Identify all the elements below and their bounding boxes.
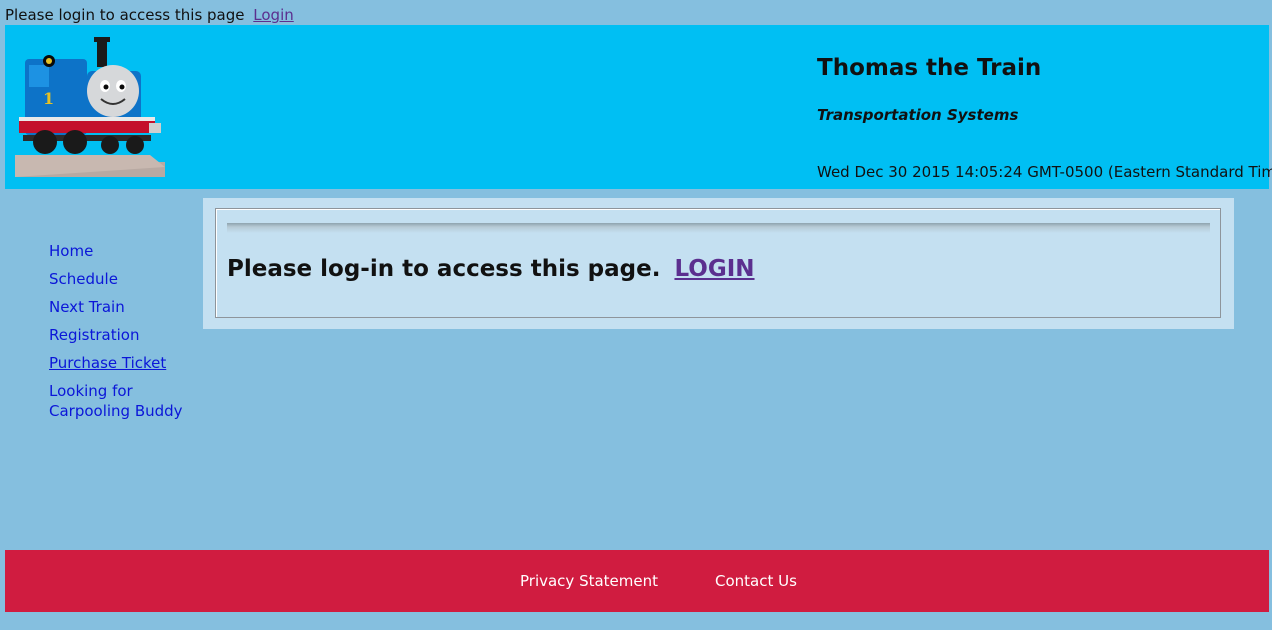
content-divider xyxy=(227,223,1210,233)
login-required-text: Please log-in to access this page. xyxy=(227,256,661,282)
sidebar-item-registration[interactable]: Registration xyxy=(49,325,199,345)
thomas-train-logo-icon: 1 xyxy=(15,37,165,177)
top-login-message: Please login to access this page xyxy=(5,6,245,24)
site-header: 1 Thomas the Train Transportation System… xyxy=(5,25,1272,189)
sidebar-nav: Home Schedule Next Train Registration Pu… xyxy=(49,241,199,429)
site-subtitle: Transportation Systems xyxy=(817,106,1019,124)
content-box: Please log-in to access this page. LOGIN xyxy=(215,208,1221,318)
svg-text:1: 1 xyxy=(43,89,54,108)
top-login-notice: Please login to access this page Login xyxy=(5,6,294,24)
contact-us-link[interactable]: Contact Us xyxy=(715,572,797,590)
main-login-link[interactable]: LOGIN xyxy=(674,256,754,282)
site-footer: Privacy Statement Contact Us xyxy=(5,550,1269,612)
current-datetime: Wed Dec 30 2015 14:05:24 GMT-0500 (Easte… xyxy=(817,163,1272,181)
sidebar-item-purchase-ticket[interactable]: Purchase Ticket xyxy=(49,353,199,373)
sidebar-item-home[interactable]: Home xyxy=(49,241,199,261)
site-title: Thomas the Train xyxy=(817,55,1042,81)
privacy-statement-link[interactable]: Privacy Statement xyxy=(520,572,658,590)
sidebar-item-next-train[interactable]: Next Train xyxy=(49,297,199,317)
sidebar-item-carpooling-buddy[interactable]: Looking for Carpooling Buddy xyxy=(49,381,199,421)
main-content-panel: Please log-in to access this page. LOGIN xyxy=(203,198,1234,329)
top-login-link[interactable]: Login xyxy=(253,6,293,24)
login-required-message: Please log-in to access this page. LOGIN xyxy=(227,256,755,282)
sidebar-item-schedule[interactable]: Schedule xyxy=(49,269,199,289)
